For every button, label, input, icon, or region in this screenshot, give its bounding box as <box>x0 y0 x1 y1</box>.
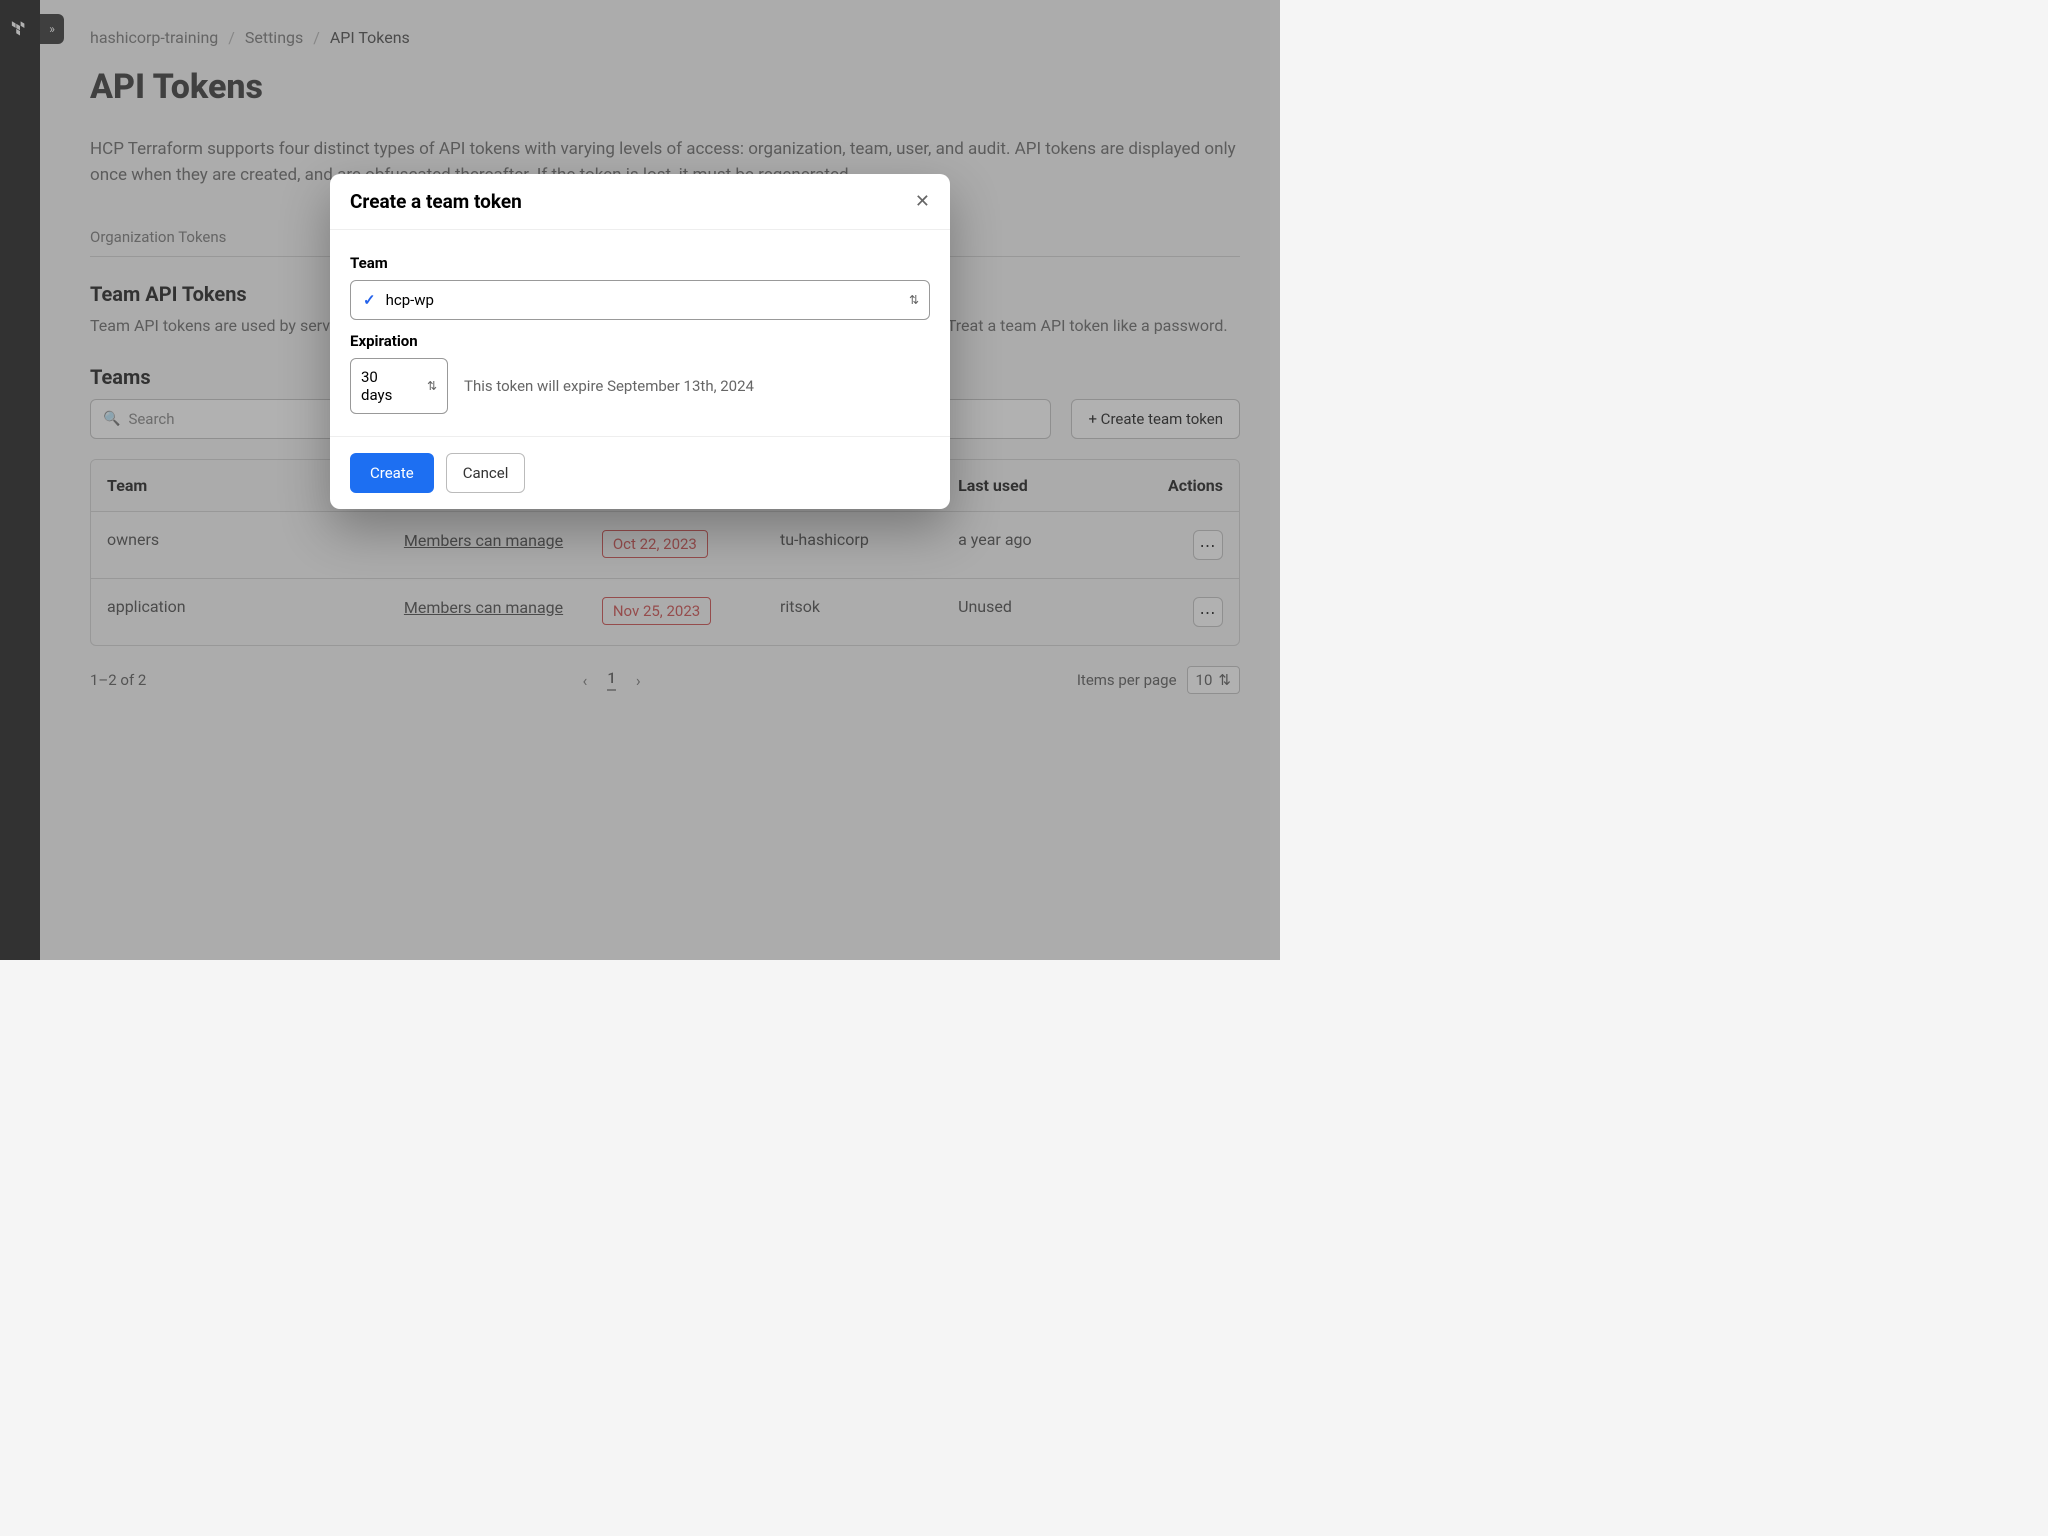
team-select[interactable]: ✓ hcp-wp ⇅ <box>350 280 930 320</box>
cancel-button[interactable]: Cancel <box>446 453 526 493</box>
check-icon: ✓ <box>363 291 376 309</box>
expiration-select-value: 30 days <box>361 368 407 404</box>
updown-icon: ⇅ <box>427 380 437 392</box>
expiration-field-label: Expiration <box>350 332 930 350</box>
close-button[interactable]: ✕ <box>915 191 930 212</box>
modal-header: Create a team token ✕ <box>330 174 950 230</box>
expiration-row: 30 days ⇅ This token will expire Septemb… <box>350 358 930 414</box>
close-icon: ✕ <box>915 191 930 212</box>
modal-body: Team ✓ hcp-wp ⇅ Expiration 30 days ⇅ Thi… <box>330 230 950 436</box>
modal-title: Create a team token <box>350 190 522 213</box>
create-team-token-modal: Create a team token ✕ Team ✓ hcp-wp ⇅ Ex… <box>330 174 950 509</box>
expiration-hint: This token will expire September 13th, 2… <box>464 377 754 395</box>
team-field-label: Team <box>350 254 930 272</box>
updown-icon: ⇅ <box>909 294 919 306</box>
expiration-select[interactable]: 30 days ⇅ <box>350 358 448 414</box>
create-button[interactable]: Create <box>350 453 434 493</box>
team-select-value: hcp-wp <box>386 291 434 309</box>
modal-overlay[interactable]: Create a team token ✕ Team ✓ hcp-wp ⇅ Ex… <box>0 0 1280 960</box>
modal-footer: Create Cancel <box>330 436 950 509</box>
